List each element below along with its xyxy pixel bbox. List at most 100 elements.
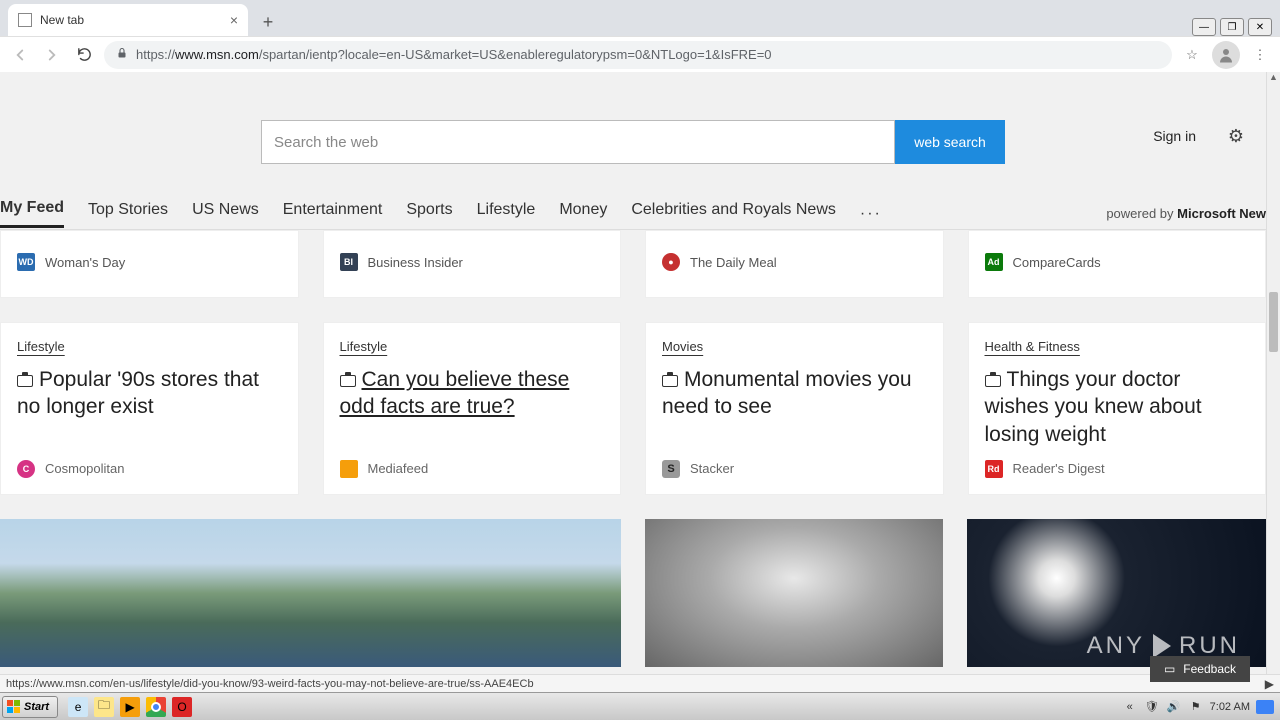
tray-clock[interactable]: 7:02 AM bbox=[1210, 701, 1250, 713]
chrome-icon[interactable] bbox=[146, 697, 166, 717]
source-badge-icon bbox=[340, 460, 358, 478]
article-headline[interactable]: Things your doctor wishes you knew about… bbox=[985, 366, 1250, 448]
category-label[interactable]: Health & Fitness bbox=[985, 339, 1250, 354]
source-name: Woman's Day bbox=[45, 255, 125, 270]
reload-button[interactable] bbox=[72, 43, 96, 67]
tray-shield-icon[interactable]: 🛡 bbox=[1144, 699, 1160, 715]
source-card[interactable]: ●The Daily Meal bbox=[645, 230, 944, 298]
source-badge-icon: WD bbox=[17, 253, 35, 271]
url-protocol: https:// bbox=[136, 47, 175, 62]
source-name: Business Insider bbox=[368, 255, 463, 270]
source-card-row: WD Woman's Day BI Business Insider ●The Dail… bbox=[0, 230, 1266, 298]
browser-chrome: New tab × + — ❐ ✕ https://www.msn.com/sp… bbox=[0, 0, 1280, 72]
tray-volume-icon[interactable]: 🔊 bbox=[1166, 699, 1182, 715]
feed-tab-entertainment[interactable]: Entertainment bbox=[283, 201, 383, 227]
search-section: web search Sign in ⚙ bbox=[0, 72, 1266, 182]
status-url: https://www.msn.com/en-us/lifestyle/did-… bbox=[6, 678, 534, 690]
windows-taskbar: Start e 🗀 ▶ O « 🛡 🔊 ⚑ 7:02 AM bbox=[0, 692, 1280, 720]
tab-title: New tab bbox=[40, 13, 84, 27]
url-host: www.msn.com bbox=[175, 47, 259, 62]
feedback-label: Feedback bbox=[1183, 662, 1236, 676]
profile-avatar-icon[interactable] bbox=[1212, 41, 1240, 69]
powered-by-label: powered by Microsoft New bbox=[1106, 206, 1266, 221]
opera-icon[interactable]: O bbox=[172, 697, 192, 717]
tray-flag-icon[interactable]: ⚑ bbox=[1188, 699, 1204, 715]
article-card[interactable]: Health & Fitness Things your doctor wishe… bbox=[968, 322, 1267, 495]
article-card[interactable]: Lifestyle Can you believe these odd facts… bbox=[323, 322, 622, 495]
tray-expand-icon[interactable]: « bbox=[1122, 699, 1138, 715]
article-headline[interactable]: Can you believe these odd facts are true… bbox=[340, 366, 605, 421]
system-tray: « 🛡 🔊 ⚑ 7:02 AM bbox=[1122, 699, 1280, 715]
feed-tab-money[interactable]: Money bbox=[559, 201, 607, 227]
scroll-up-icon[interactable]: ▲ bbox=[1267, 72, 1280, 86]
article-headline[interactable]: Monumental movies you need to see bbox=[662, 366, 927, 421]
article-headline[interactable]: Popular '90s stores that no longer exist bbox=[17, 366, 282, 421]
article-card[interactable]: Movies Monumental movies you need to see S… bbox=[645, 322, 944, 495]
feed-tabs-more[interactable]: ··· bbox=[860, 205, 882, 223]
vertical-scrollbar[interactable]: ▲ ▼ bbox=[1266, 72, 1280, 692]
category-label[interactable]: Lifestyle bbox=[17, 339, 282, 354]
minimize-button[interactable]: — bbox=[1192, 18, 1216, 36]
feed-tab-lifestyle[interactable]: Lifestyle bbox=[477, 201, 536, 227]
source-name: Stacker bbox=[690, 461, 734, 476]
camera-icon bbox=[17, 375, 33, 387]
toolbar: https://www.msn.com/spartan/ientp?locale… bbox=[0, 36, 1280, 72]
address-bar[interactable]: https://www.msn.com/spartan/ientp?locale… bbox=[104, 41, 1172, 69]
back-button[interactable] bbox=[8, 43, 32, 67]
source-name: Reader's Digest bbox=[1013, 461, 1105, 476]
hscroll-right-icon[interactable]: ▶ bbox=[1265, 677, 1274, 691]
feed-tab-top-stories[interactable]: Top Stories bbox=[88, 201, 168, 227]
source-name: Cosmopolitan bbox=[45, 461, 125, 476]
play-triangle-icon bbox=[1153, 634, 1171, 658]
camera-icon bbox=[985, 375, 1001, 387]
article-card-row: Lifestyle Popular '90s stores that no lon… bbox=[0, 322, 1266, 495]
feed-cards: WD Woman's Day BI Business Insider ●The Dail… bbox=[0, 230, 1266, 667]
source-badge-icon: Ad bbox=[985, 253, 1003, 271]
media-player-icon[interactable]: ▶ bbox=[120, 697, 140, 717]
tray-monitor-icon[interactable] bbox=[1256, 700, 1274, 714]
image-card-portrait[interactable] bbox=[645, 519, 944, 667]
article-card[interactable]: Lifestyle Popular '90s stores that no lon… bbox=[0, 322, 299, 495]
chat-icon: ▭ bbox=[1164, 662, 1175, 676]
ie-icon[interactable]: e bbox=[68, 697, 88, 717]
source-badge-icon: C bbox=[17, 460, 35, 478]
camera-icon bbox=[662, 375, 678, 387]
camera-icon bbox=[340, 375, 356, 387]
close-window-button[interactable]: ✕ bbox=[1248, 18, 1272, 36]
scroll-thumb[interactable] bbox=[1269, 292, 1278, 352]
web-search-button[interactable]: web search bbox=[895, 120, 1005, 164]
window-controls: — ❐ ✕ bbox=[1192, 14, 1280, 36]
start-button[interactable]: Start bbox=[2, 696, 58, 718]
source-badge-icon: BI bbox=[340, 253, 358, 271]
forward-button[interactable] bbox=[40, 43, 64, 67]
bookmark-star-icon[interactable]: ☆ bbox=[1180, 47, 1204, 63]
feed-tab-sports[interactable]: Sports bbox=[406, 201, 452, 227]
source-badge-icon: S bbox=[662, 460, 680, 478]
source-card[interactable]: BI Business Insider bbox=[323, 230, 622, 298]
settings-gear-icon[interactable]: ⚙ bbox=[1228, 126, 1244, 147]
new-tab-button[interactable]: + bbox=[254, 8, 282, 36]
explorer-icon[interactable]: 🗀 bbox=[94, 697, 114, 717]
kebab-menu-icon[interactable]: ⋮ bbox=[1248, 47, 1272, 63]
status-bar: https://www.msn.com/en-us/lifestyle/did-… bbox=[0, 674, 1280, 692]
category-label[interactable]: Movies bbox=[662, 339, 927, 354]
lock-icon bbox=[116, 46, 128, 63]
category-label[interactable]: Lifestyle bbox=[340, 339, 605, 354]
search-input[interactable] bbox=[261, 120, 895, 164]
browser-tab[interactable]: New tab × bbox=[8, 4, 248, 36]
tab-close-icon[interactable]: × bbox=[230, 12, 238, 28]
image-card-cityscape[interactable] bbox=[0, 519, 621, 667]
windows-flag-icon bbox=[7, 700, 20, 713]
feed-tab-us-news[interactable]: US News bbox=[192, 201, 259, 227]
maximize-button[interactable]: ❐ bbox=[1220, 18, 1244, 36]
source-card[interactable]: Ad CompareCards bbox=[968, 230, 1267, 298]
source-badge-icon: Rd bbox=[985, 460, 1003, 478]
page-icon bbox=[18, 13, 32, 27]
feedback-button[interactable]: ▭ Feedback bbox=[1150, 656, 1250, 682]
feed-tab-celebrities-and-royals-news[interactable]: Celebrities and Royals News bbox=[631, 201, 836, 227]
source-name: The Daily Meal bbox=[690, 255, 777, 270]
source-name: CompareCards bbox=[1013, 255, 1101, 270]
signin-link[interactable]: Sign in bbox=[1153, 128, 1196, 144]
feed-tab-my-feed[interactable]: My Feed bbox=[0, 199, 64, 228]
source-card[interactable]: WD Woman's Day bbox=[0, 230, 299, 298]
